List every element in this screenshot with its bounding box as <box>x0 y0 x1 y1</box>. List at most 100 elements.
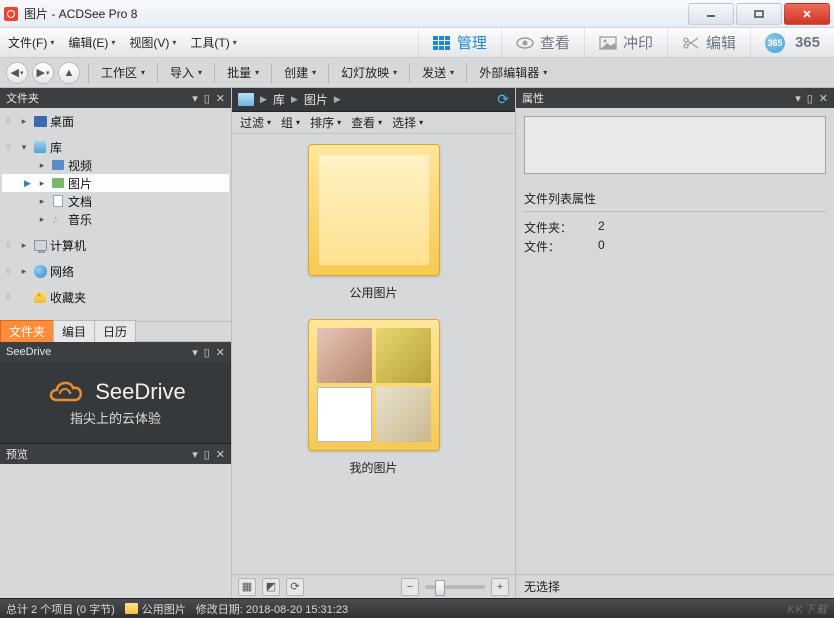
mode-view[interactable]: 查看 <box>501 28 584 57</box>
panel-pin-icon[interactable]: ▯ <box>807 92 813 105</box>
thumbnail-list: 公用图片 我的图片 <box>232 134 515 574</box>
main-area: 文件夹 ▾ ▯ ✕ ◊▸桌面 ◊▾库 ▸视频 ▶▸图片 ▸文档 ▸♪音乐 ◊▸计… <box>0 88 834 598</box>
seedrive-panel[interactable]: SeeDrive 指尖上的云体验 <box>0 362 231 444</box>
tree-computer[interactable]: ◊▸计算机 <box>2 236 229 254</box>
breadcrumb-current[interactable]: 图片 <box>304 91 328 108</box>
tree-favorites[interactable]: ◊收藏夹 <box>2 288 229 306</box>
panel-menu-icon[interactable]: ▾ <box>192 448 198 461</box>
app-icon <box>4 7 18 21</box>
window-title: 图片 - ACDSee Pro 8 <box>24 5 137 22</box>
menu-view[interactable]: 视图(V)▾ <box>129 34 176 51</box>
status-current-folder: 公用图片 <box>125 601 186 617</box>
panel-menu-icon[interactable]: ▾ <box>192 346 198 359</box>
panel-header-folders: 文件夹 ▾ ▯ ✕ <box>0 88 231 108</box>
favorites-icon <box>34 292 46 303</box>
refresh-icon[interactable]: ⟳ <box>497 91 509 108</box>
histogram-icon[interactable]: ◩ <box>262 578 280 596</box>
filter-view[interactable]: 查看▾ <box>351 114 382 131</box>
panel-title-preview: 预览 <box>6 446 28 462</box>
prop-row-files: 文件：0 <box>524 237 826 256</box>
panel-pin-icon[interactable]: ▯ <box>204 346 210 359</box>
menu-file[interactable]: 文件(F)▾ <box>8 34 54 51</box>
title-bar: 图片 - ACDSee Pro 8 <box>0 0 834 28</box>
filter-sort[interactable]: 排序▾ <box>310 114 341 131</box>
globe-icon: 365 <box>765 33 785 53</box>
library-icon <box>34 141 46 153</box>
breadcrumb-root[interactable]: 库 <box>273 91 285 108</box>
panel-header-seedrive: SeeDrive ▾ ▯ ✕ <box>0 342 231 362</box>
window-controls <box>686 3 830 25</box>
mode-develop[interactable]: 冲印 <box>584 28 667 57</box>
breadcrumb-icon <box>238 93 254 106</box>
mode-manage[interactable]: 管理 <box>418 28 501 57</box>
thumb-public-pictures[interactable]: 公用图片 <box>284 144 464 301</box>
seedrive-tagline: 指尖上的云体验 <box>70 408 161 427</box>
zoom-in-icon[interactable]: + <box>491 578 509 596</box>
properties-grid: 文件夹：2 文件：0 <box>524 218 826 256</box>
panel-close-icon[interactable]: ✕ <box>216 346 225 359</box>
thumb-toolbar: ▦ ◩ ⟳ − + <box>232 574 515 598</box>
menu-edit[interactable]: 编辑(E)▾ <box>68 34 115 51</box>
properties-panel: 文件列表属性 文件夹：2 文件：0 <box>516 108 834 574</box>
network-icon <box>34 265 47 278</box>
picture-icon <box>52 178 64 188</box>
breadcrumb: ▶ 库 ▶ 图片 ▶ ⟳ <box>232 88 515 112</box>
maximize-button[interactable] <box>736 3 782 25</box>
tab-folders[interactable]: 文件夹 <box>0 320 54 343</box>
thumb-my-pictures[interactable]: 我的图片 <box>284 319 464 476</box>
thumb-label: 我的图片 <box>284 459 464 476</box>
folder-icon <box>308 144 440 276</box>
video-icon <box>52 160 64 170</box>
prop-row-folders: 文件夹：2 <box>524 218 826 237</box>
tool-send[interactable]: 发送▾ <box>418 64 458 81</box>
refresh-icon[interactable]: ⟳ <box>286 578 304 596</box>
zoom-out-icon[interactable]: − <box>401 578 419 596</box>
document-icon <box>53 195 63 207</box>
panel-menu-icon[interactable]: ▾ <box>795 92 801 105</box>
tab-catalog[interactable]: 编目 <box>53 320 95 343</box>
tool-workspace[interactable]: 工作区▾ <box>97 64 149 81</box>
panel-pin-icon[interactable]: ▯ <box>204 448 210 461</box>
folder-tree: ◊▸桌面 ◊▾库 ▸视频 ▶▸图片 ▸文档 ▸♪音乐 ◊▸计算机 ◊▸网络 ◊收… <box>0 108 231 322</box>
overlay-toggle-icon[interactable]: ▦ <box>238 578 256 596</box>
nav-forward[interactable]: ▶▾ <box>32 62 54 84</box>
panel-menu-icon[interactable]: ▾ <box>192 92 198 105</box>
mode-edit[interactable]: 编辑 <box>667 28 750 57</box>
panel-close-icon[interactable]: ✕ <box>216 448 225 461</box>
mode-365[interactable]: 365 365 <box>750 28 834 57</box>
menu-tools[interactable]: 工具(T)▾ <box>190 34 236 51</box>
panel-close-icon[interactable]: ✕ <box>216 92 225 105</box>
filter-group[interactable]: 组▾ <box>281 114 300 131</box>
tool-import[interactable]: 导入▾ <box>166 64 206 81</box>
tab-calendar[interactable]: 日历 <box>94 320 136 343</box>
chevron-right-icon: ▶ <box>260 94 267 105</box>
tool-external-editor[interactable]: 外部编辑器▾ <box>475 64 551 81</box>
tree-desktop[interactable]: ◊▸桌面 <box>2 112 229 130</box>
preview-panel <box>0 464 231 598</box>
watermark: KK下载 <box>787 601 828 617</box>
minimize-button[interactable] <box>688 3 734 25</box>
close-button[interactable] <box>784 3 830 25</box>
tool-batch[interactable]: 批量▾ <box>223 64 263 81</box>
folder-icon <box>308 319 440 451</box>
tree-pictures[interactable]: ▶▸图片 <box>2 174 229 192</box>
tree-library[interactable]: ◊▾库 <box>2 138 229 156</box>
properties-preview-box <box>524 116 826 174</box>
grid-icon <box>433 36 451 50</box>
nav-up[interactable]: ▲ <box>58 62 80 84</box>
chevron-right-icon: ▶ <box>291 94 298 105</box>
tree-music[interactable]: ▸♪音乐 <box>2 210 229 228</box>
status-bar: 总计 2 个项目 (0 字节) 公用图片 修改日期: 2018-08-20 15… <box>0 598 834 618</box>
tool-slideshow[interactable]: 幻灯放映▾ <box>337 64 401 81</box>
tree-videos[interactable]: ▸视频 <box>2 156 229 174</box>
zoom-slider[interactable] <box>425 585 485 589</box>
tree-network[interactable]: ◊▸网络 <box>2 262 229 280</box>
tool-create[interactable]: 创建▾ <box>280 64 320 81</box>
nav-back[interactable]: ◀▾ <box>6 62 28 84</box>
filter-filter[interactable]: 过滤▾ <box>240 114 271 131</box>
eye-icon <box>516 36 534 50</box>
panel-pin-icon[interactable]: ▯ <box>204 92 210 105</box>
tree-documents[interactable]: ▸文档 <box>2 192 229 210</box>
filter-select[interactable]: 选择▾ <box>392 114 423 131</box>
panel-close-icon[interactable]: ✕ <box>819 92 828 105</box>
